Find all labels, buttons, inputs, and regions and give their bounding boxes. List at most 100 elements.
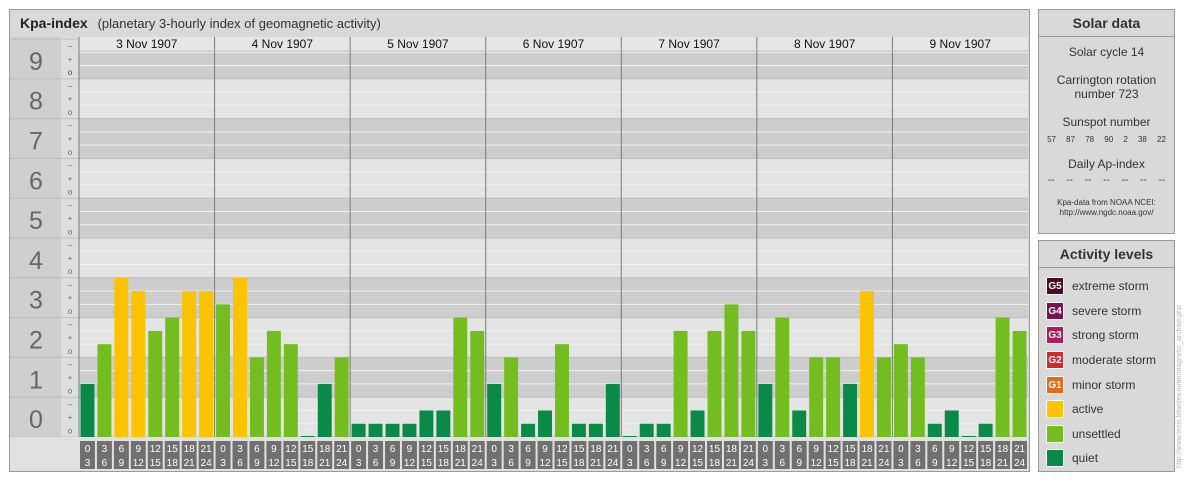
- x-tick-start: 12: [421, 444, 433, 455]
- kp-band: [79, 118, 1028, 159]
- sunspot-value: 22: [1157, 135, 1166, 144]
- legend-label: extreme storm: [1072, 279, 1149, 294]
- x-tick-end: 3: [491, 458, 497, 469]
- x-tick-start: 12: [150, 444, 162, 455]
- x-tick-start: 15: [573, 444, 585, 455]
- x-tick-start: 12: [692, 444, 704, 455]
- sunspot-value: 38: [1137, 135, 1147, 144]
- x-tick-start: 3: [102, 444, 108, 455]
- y-subtick-label: –: [68, 241, 73, 250]
- x-tick-end: 3: [220, 458, 226, 469]
- kp-bar: [927, 423, 942, 437]
- x-tick-start: 9: [949, 444, 955, 455]
- y-subtick-label: +: [68, 413, 73, 422]
- y-subtick-label: +: [68, 135, 73, 144]
- kp-bar: [80, 383, 95, 437]
- legend-swatch: [1046, 424, 1064, 443]
- kp-bar: [555, 344, 569, 437]
- x-tick-end: 24: [472, 458, 484, 469]
- x-tick-start: 0: [85, 444, 91, 455]
- x-tick-end: 18: [167, 458, 179, 469]
- y-subtick-label: +: [68, 95, 73, 104]
- y-tick-label: 1: [29, 366, 43, 394]
- activity-levels-heading: Activity levels: [1039, 241, 1174, 268]
- kp-bar: [249, 357, 264, 437]
- x-tick-start: 0: [898, 444, 904, 455]
- kp-bar: [639, 423, 654, 437]
- kp-bar: [419, 410, 434, 437]
- x-tick-start: 9: [678, 444, 684, 455]
- kp-bar: [216, 304, 231, 437]
- x-tick-start: 3: [237, 444, 243, 455]
- x-tick-end: 21: [455, 458, 467, 469]
- solar-data-panel: Solar data Solar cycle 14 Carrington rot…: [1038, 9, 1175, 234]
- data-source-link[interactable]: http://www.ngdc.noaa.gov/: [1039, 208, 1174, 218]
- x-tick-end: 15: [828, 458, 840, 469]
- x-tick-start: 18: [319, 444, 331, 455]
- kp-bar: [843, 383, 858, 437]
- y-subtick-label: o: [68, 68, 73, 77]
- ap-value: --: [1121, 175, 1129, 186]
- ap-value: --: [1084, 175, 1092, 186]
- x-tick-end: 21: [184, 458, 196, 469]
- x-tick-start: 21: [472, 444, 484, 455]
- x-tick-start: 21: [201, 444, 213, 455]
- kp-bar: [826, 357, 841, 437]
- legend-swatch: [1046, 449, 1064, 468]
- y-subtick-label: o: [68, 108, 73, 117]
- x-tick-start: 15: [302, 444, 314, 455]
- y-subtick-label: –: [68, 161, 73, 170]
- y-subtick-label: –: [68, 360, 73, 369]
- sunspot-value: 87: [1066, 135, 1076, 144]
- x-tick-start: 12: [556, 444, 568, 455]
- x-tick-start: 3: [779, 444, 785, 455]
- kp-bar: [860, 291, 874, 437]
- kpa-chart: 0123456789o+–o+–o+–o+–o+–o+–o+–o+–o+–o+–…: [10, 37, 1028, 471]
- legend-item: G2 moderate storm: [1046, 348, 1174, 373]
- x-tick-end: 21: [997, 458, 1009, 469]
- y-tick-label: 8: [29, 88, 43, 116]
- x-tick-start: 18: [997, 444, 1009, 455]
- x-tick-end: 18: [845, 458, 857, 469]
- y-subtick-label: –: [68, 320, 73, 329]
- x-tick-end: 3: [763, 458, 769, 469]
- legend-item: G3 strong storm: [1046, 323, 1174, 348]
- y-subtick-label: o: [68, 347, 73, 356]
- x-tick-start: 15: [167, 444, 179, 455]
- source-credit: http://www.tesis.lebedev.ru/en/magnetic_…: [1176, 305, 1183, 468]
- kp-bar: [283, 344, 298, 437]
- y-subtick-label: –: [68, 400, 73, 409]
- sunspot-value: 57: [1047, 135, 1056, 144]
- x-tick-start: 6: [119, 444, 125, 455]
- legend-item: active: [1046, 397, 1174, 422]
- x-tick-end: 24: [201, 458, 213, 469]
- x-tick-start: 6: [932, 444, 938, 455]
- x-tick-start: 0: [220, 444, 226, 455]
- x-tick-start: 21: [336, 444, 348, 455]
- kp-bar: [317, 383, 332, 437]
- kp-bar: [470, 330, 485, 437]
- x-tick-end: 15: [150, 458, 162, 469]
- y-subtick-label: +: [68, 294, 73, 303]
- x-tick-start: 9: [542, 444, 548, 455]
- ap-value: --: [1047, 175, 1055, 186]
- y-subtick-label: –: [68, 81, 73, 90]
- x-tick-end: 21: [726, 458, 738, 469]
- legend-swatch: G2: [1046, 351, 1064, 370]
- kp-bar: [436, 410, 451, 437]
- x-tick-end: 9: [254, 458, 260, 469]
- x-tick-start: 12: [963, 444, 975, 455]
- x-tick-start: 3: [373, 444, 379, 455]
- x-tick-end: 9: [932, 458, 938, 469]
- x-tick-end: 18: [302, 458, 314, 469]
- sunspot-label: Sunspot number: [1062, 115, 1151, 129]
- kp-bar: [809, 357, 824, 437]
- x-tick-start: 15: [980, 444, 992, 455]
- day-label: 3 Nov 1907: [116, 37, 178, 51]
- y-tick-label: 5: [29, 207, 43, 235]
- x-tick-end: 15: [692, 458, 704, 469]
- solar-data-heading: Solar data: [1039, 10, 1174, 37]
- x-tick-end: 3: [85, 458, 91, 469]
- x-tick-start: 6: [390, 444, 396, 455]
- x-tick-end: 15: [556, 458, 568, 469]
